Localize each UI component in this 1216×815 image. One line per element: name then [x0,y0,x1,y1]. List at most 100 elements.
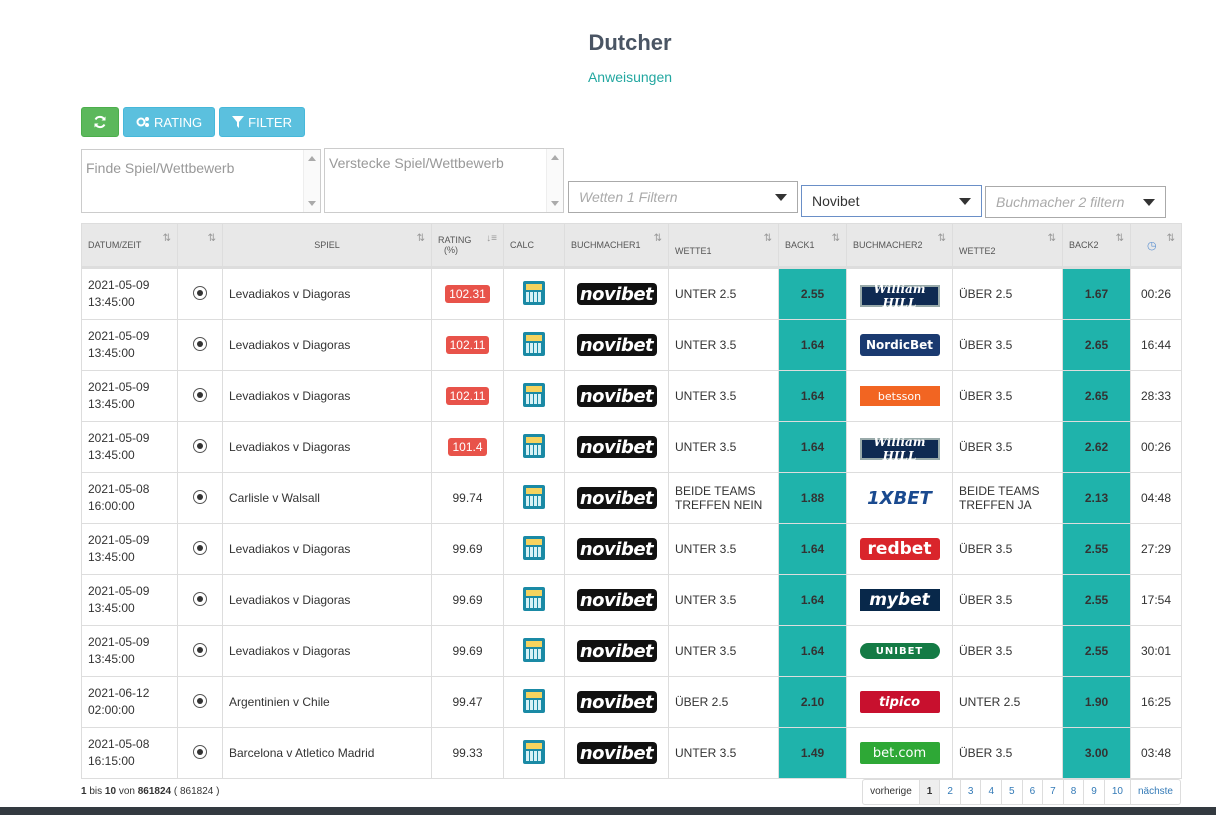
bookmaker1-logo[interactable]: novibet [576,487,657,509]
header-sport[interactable]: ⇅ [177,223,223,268]
pagination-page-button[interactable]: 10 [1103,780,1130,804]
bookmaker1-logo[interactable]: novibet [576,436,657,458]
soccer-ball-icon [193,540,207,555]
bookmaker1-logo[interactable]: novibet [576,385,657,407]
pagination-page-button[interactable]: 3 [959,780,981,804]
bookmaker1-logo[interactable]: novibet [576,691,657,713]
cell-game[interactable]: Argentinien v Chile [222,676,432,728]
hide-game-scrollbar[interactable] [546,149,563,212]
rating-button[interactable]: RATING [123,107,216,137]
cell-back2[interactable]: 2.55 [1062,625,1131,677]
cell-bookmaker2: William HILL [846,421,953,473]
header-bookmaker1[interactable]: BUCHMACHER1 ⇅ [564,223,669,268]
cell-back2[interactable]: 2.13 [1062,472,1131,524]
bookmaker2-logo[interactable]: William HILL [859,435,940,463]
cell-back2[interactable]: 2.55 [1062,523,1131,575]
cell-back1[interactable]: 1.64 [778,574,847,626]
cell-game[interactable]: Levadiakos v Diagoras [222,266,432,320]
calculator-icon[interactable] [523,586,545,611]
hide-game-input[interactable]: Verstecke Spiel/Wettbewerb [324,148,564,213]
bookmaker2-logo[interactable]: tipico [859,691,940,713]
cell-datetime: 2021-05-08 16:15:00 [81,727,178,779]
find-game-scrollbar[interactable] [303,150,320,212]
bookmaker2-logo[interactable]: 1XBET [860,487,940,509]
cell-back2[interactable]: 2.65 [1062,319,1131,371]
pagination-page-button[interactable]: 7 [1042,780,1063,804]
pagination-page-button[interactable]: 1 [918,780,940,804]
calculator-icon[interactable] [523,688,545,713]
bookmaker2-logo[interactable]: redbet [859,538,940,560]
cell-game[interactable]: Carlisle v Walsall [222,472,432,524]
bookmaker2-logo[interactable]: William HILL [859,282,940,310]
cell-game[interactable]: Levadiakos v Diagoras [222,523,432,575]
bookmaker1-logo[interactable]: novibet [576,283,657,305]
calculator-icon[interactable] [523,739,545,764]
instructions-link[interactable]: Anweisungen [0,69,1216,85]
cell-game[interactable]: Levadiakos v Diagoras [222,625,432,677]
cell-back2[interactable]: 1.67 [1062,266,1131,320]
bookmaker1-logo[interactable]: novibet [576,538,657,560]
cell-back1[interactable]: 1.64 [778,625,847,677]
header-bet2[interactable]: WETTE2 ⇅ [952,223,1063,268]
bookmaker2-logo[interactable]: betsson [859,386,940,406]
refresh-button[interactable] [81,107,119,137]
bookmaker2-logo[interactable]: mybet [859,589,940,611]
cell-calc [503,319,565,371]
cell-game[interactable]: Levadiakos v Diagoras [222,574,432,626]
calculator-icon[interactable] [523,433,545,458]
cell-back1[interactable]: 2.55 [778,266,847,320]
cell-back1[interactable]: 1.88 [778,472,847,524]
pagination-next-button[interactable]: nächste [1129,780,1180,804]
pagination-page-button[interactable]: 4 [980,780,1001,804]
calculator-icon[interactable] [523,280,545,305]
cell-game[interactable]: Levadiakos v Diagoras [222,319,432,371]
cell-game[interactable]: Barcelona v Atletico Madrid [222,727,432,779]
cell-back2[interactable]: 1.90 [1062,676,1131,728]
header-rating[interactable]: RATING (%) ↓≡ [431,223,504,268]
find-game-input[interactable]: Finde Spiel/Wettbewerb [81,149,321,213]
cell-back2[interactable]: 3.00 [1062,727,1131,779]
pagination-prev-button[interactable]: vorherige [863,780,919,804]
cell-back1[interactable]: 1.49 [778,727,847,779]
bookmaker2-logo[interactable]: NordicBet [859,334,940,356]
pagination-page-button[interactable]: 5 [1001,780,1022,804]
calculator-icon[interactable] [523,382,545,407]
bookmaker1-logo[interactable]: novibet [576,334,657,356]
pagination-page-button[interactable]: 8 [1062,780,1084,804]
pagination-page-button[interactable]: 9 [1083,780,1104,804]
bookmaker2-filter-select[interactable]: Buchmacher 2 filtern [985,186,1166,218]
calculator-icon[interactable] [523,331,545,356]
header-game[interactable]: SPIEL ⇅ [222,223,432,268]
cell-game[interactable]: Levadiakos v Diagoras [222,421,432,473]
cell-back2[interactable]: 2.65 [1062,370,1131,422]
calculator-icon[interactable] [523,535,545,560]
cell-back1[interactable]: 1.64 [778,370,847,422]
filter-button[interactable]: FILTER [219,107,305,137]
cell-datetime: 2021-05-08 16:00:00 [81,472,178,524]
header-back1[interactable]: BACK1 ⇅ [778,223,847,268]
cell-game[interactable]: Levadiakos v Diagoras [222,370,432,422]
cell-back1[interactable]: 1.64 [778,421,847,473]
cell-back2[interactable]: 2.55 [1062,574,1131,626]
cell-back1[interactable]: 1.64 [778,319,847,371]
calculator-icon[interactable] [523,637,545,662]
pagination-page-button[interactable]: 2 [939,780,960,804]
bookmaker2-logo[interactable]: bet.com [859,742,940,764]
cell-back1[interactable]: 2.10 [778,676,847,728]
bookmaker1-filter-select[interactable]: Novibet [801,185,982,217]
pagination-page-button[interactable]: 6 [1021,780,1043,804]
bookmaker1-logo[interactable]: novibet [576,589,657,611]
bookmaker1-logo[interactable]: novibet [576,640,657,662]
calculator-icon[interactable] [523,484,545,509]
header-datetime[interactable]: DATUM/ZEIT ⇅ [81,223,178,268]
header-back2[interactable]: BACK2 ⇅ [1062,223,1131,268]
header-bookmaker2[interactable]: BUCHMACHER2 ⇅ [846,223,953,268]
bookmaker1-logo[interactable]: novibet [576,742,657,764]
bet1-filter-select[interactable]: Wetten 1 Filtern [568,181,798,213]
cell-rating: 99.74 [431,472,504,524]
header-age[interactable]: ◷ ⇅ [1130,223,1182,268]
cell-back1[interactable]: 1.64 [778,523,847,575]
cell-back2[interactable]: 2.62 [1062,421,1131,473]
header-bet1[interactable]: WETTE1 ⇅ [668,223,779,268]
bookmaker2-logo[interactable]: UNIBET [859,643,940,660]
